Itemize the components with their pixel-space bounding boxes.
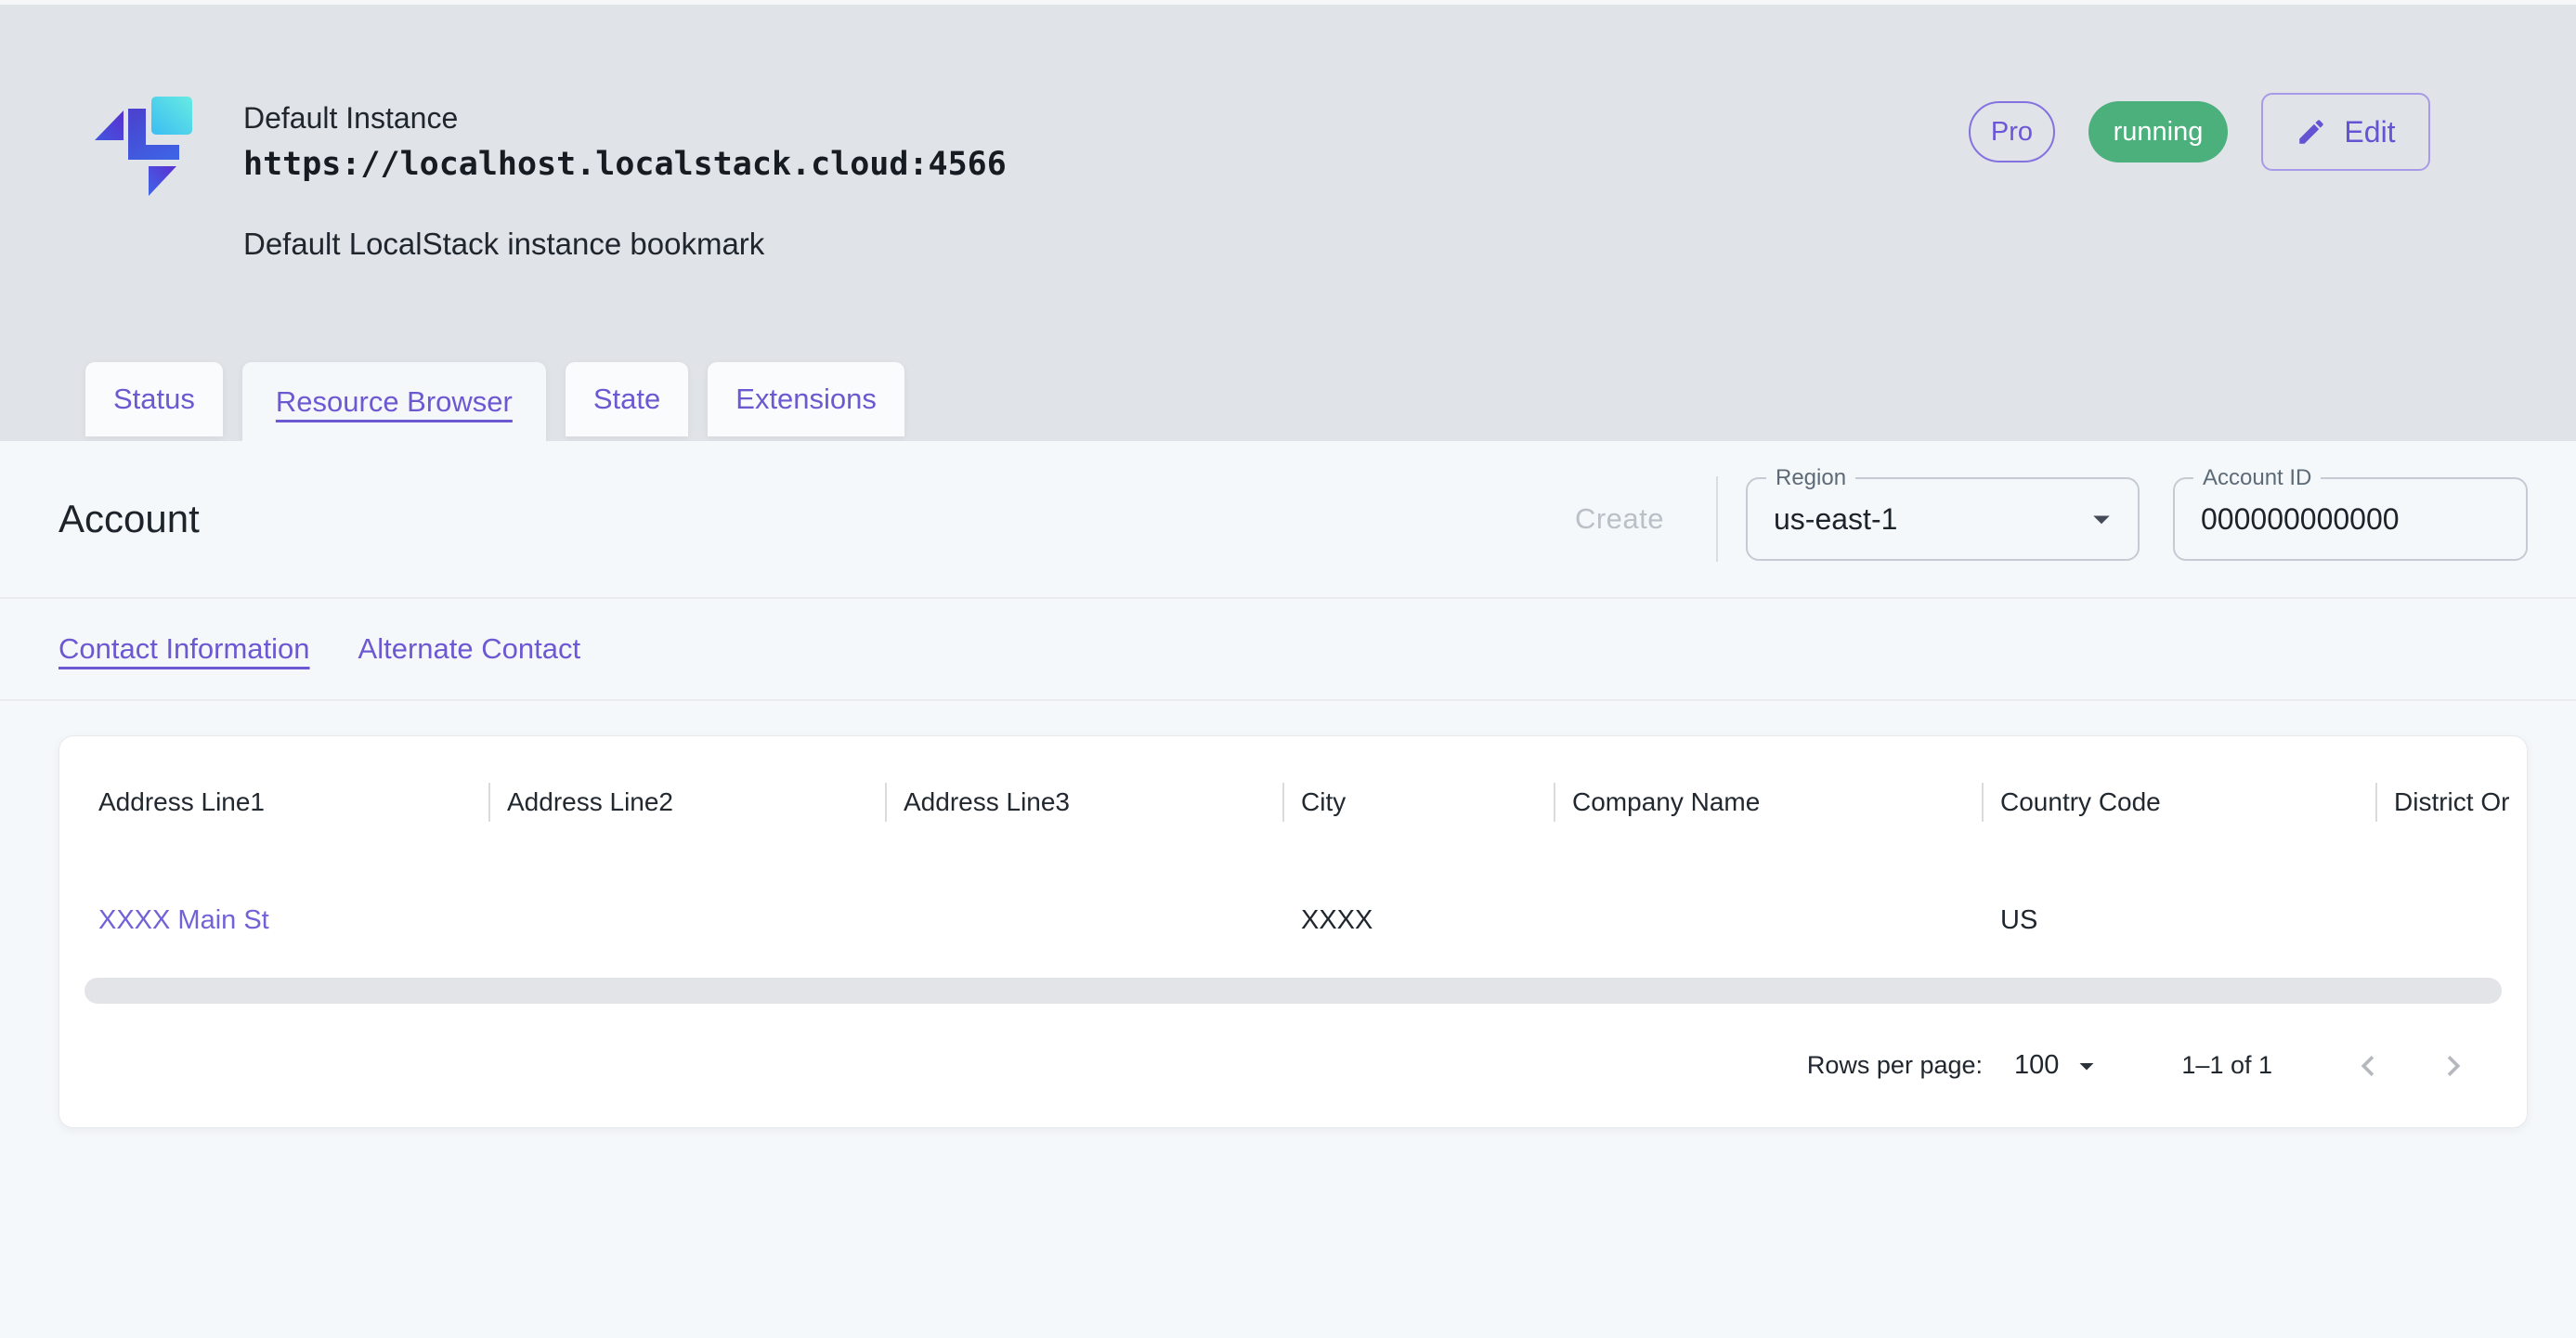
- instance-title: Default Instance: [243, 97, 1007, 139]
- subtab-alternate-contact[interactable]: Alternate Contact: [358, 632, 581, 666]
- create-button[interactable]: Create: [1575, 502, 1664, 536]
- column-header-address-line3[interactable]: Address Line3: [885, 774, 1282, 830]
- tab-extensions[interactable]: Extensions: [708, 362, 904, 436]
- region-select-label: Region: [1766, 464, 1855, 492]
- instance-info: Default Instance https://localhost.local…: [243, 97, 1007, 262]
- account-id-label: Account ID: [2193, 464, 2321, 492]
- instance-url: https://localhost.localstack.cloud:4566: [243, 139, 1007, 189]
- row-cell-country-code: US: [1982, 892, 2375, 948]
- subtab-contact-information[interactable]: Contact Information: [59, 632, 310, 666]
- tab-resource-browser[interactable]: Resource Browser: [242, 362, 546, 441]
- chevron-right-icon: [2433, 1046, 2474, 1086]
- row-cell-address-line2: [488, 892, 885, 948]
- contact-information-table-card: Address Line1 Address Line2 Address Line…: [59, 735, 2528, 1128]
- pencil-icon: [2296, 116, 2327, 148]
- tab-state[interactable]: State: [566, 362, 688, 436]
- toolbar-divider: [1716, 476, 1718, 562]
- rows-per-page-label: Rows per page:: [1807, 1051, 1983, 1080]
- instance-subtitle: Default LocalStack instance bookmark: [243, 227, 1007, 262]
- table-row[interactable]: XXXX Main St XXXX US: [59, 868, 2527, 972]
- region-select[interactable]: Region us-east-1: [1746, 477, 2140, 561]
- rows-per-page-value: 100: [2014, 1050, 2059, 1081]
- horizontal-scrollbar: [85, 978, 2502, 1004]
- account-toolbar: Account Create Region us-east-1 Account …: [0, 441, 2576, 599]
- window-top-strip: [0, 0, 2576, 5]
- localstack-app: Default Instance https://localhost.local…: [0, 0, 2576, 1338]
- page-title: Account: [59, 497, 1575, 541]
- pagination-range: 1–1 of 1: [2181, 1051, 2272, 1080]
- chevron-left-icon: [2348, 1046, 2388, 1086]
- table-pagination: Rows per page: 100 1–1 of 1: [59, 1004, 2527, 1127]
- column-header-country-code[interactable]: Country Code: [1982, 774, 2375, 830]
- row-cell-address-line3: [885, 892, 1282, 948]
- previous-page-button[interactable]: [2347, 1045, 2389, 1087]
- localstack-logo-icon: [93, 96, 192, 197]
- region-select-value: us-east-1: [1774, 502, 1897, 537]
- row-cell-company-name: [1554, 892, 1982, 948]
- dropdown-arrow-icon: [2082, 500, 2121, 539]
- column-header-city[interactable]: City: [1282, 774, 1554, 830]
- edit-button[interactable]: Edit: [2261, 93, 2430, 171]
- horizontal-scrollbar-thumb[interactable]: [85, 978, 2502, 1004]
- column-header-address-line2[interactable]: Address Line2: [488, 774, 885, 830]
- column-header-address-line1[interactable]: Address Line1: [59, 774, 488, 830]
- instance-badges: Pro running Edit: [1969, 92, 2430, 172]
- account-sub-tab-bar: Contact Information Alternate Contact: [0, 599, 2576, 701]
- next-page-button[interactable]: [2432, 1045, 2475, 1087]
- instance-tab-bar: Status Resource Browser State Extensions: [85, 362, 904, 441]
- pro-badge: Pro: [1969, 101, 2055, 162]
- account-id-field: Account ID: [2173, 477, 2528, 561]
- row-cell-city: XXXX: [1282, 892, 1554, 948]
- tab-status[interactable]: Status: [85, 362, 223, 436]
- resource-browser-panel: Account Create Region us-east-1 Account …: [0, 441, 2576, 1338]
- edit-button-label: Edit: [2344, 115, 2395, 149]
- row-cell-address-line1[interactable]: XXXX Main St: [59, 892, 488, 948]
- running-status-badge: running: [2088, 101, 2228, 162]
- account-id-input[interactable]: [2201, 502, 2498, 537]
- column-header-company-name[interactable]: Company Name: [1554, 774, 1982, 830]
- dropdown-arrow-icon: [2070, 1049, 2103, 1083]
- rows-per-page-select[interactable]: 100: [2014, 1049, 2103, 1083]
- row-cell-district: [2375, 892, 2527, 948]
- table-header-row: Address Line1 Address Line2 Address Line…: [59, 736, 2527, 868]
- column-header-district[interactable]: District Or: [2375, 774, 2527, 830]
